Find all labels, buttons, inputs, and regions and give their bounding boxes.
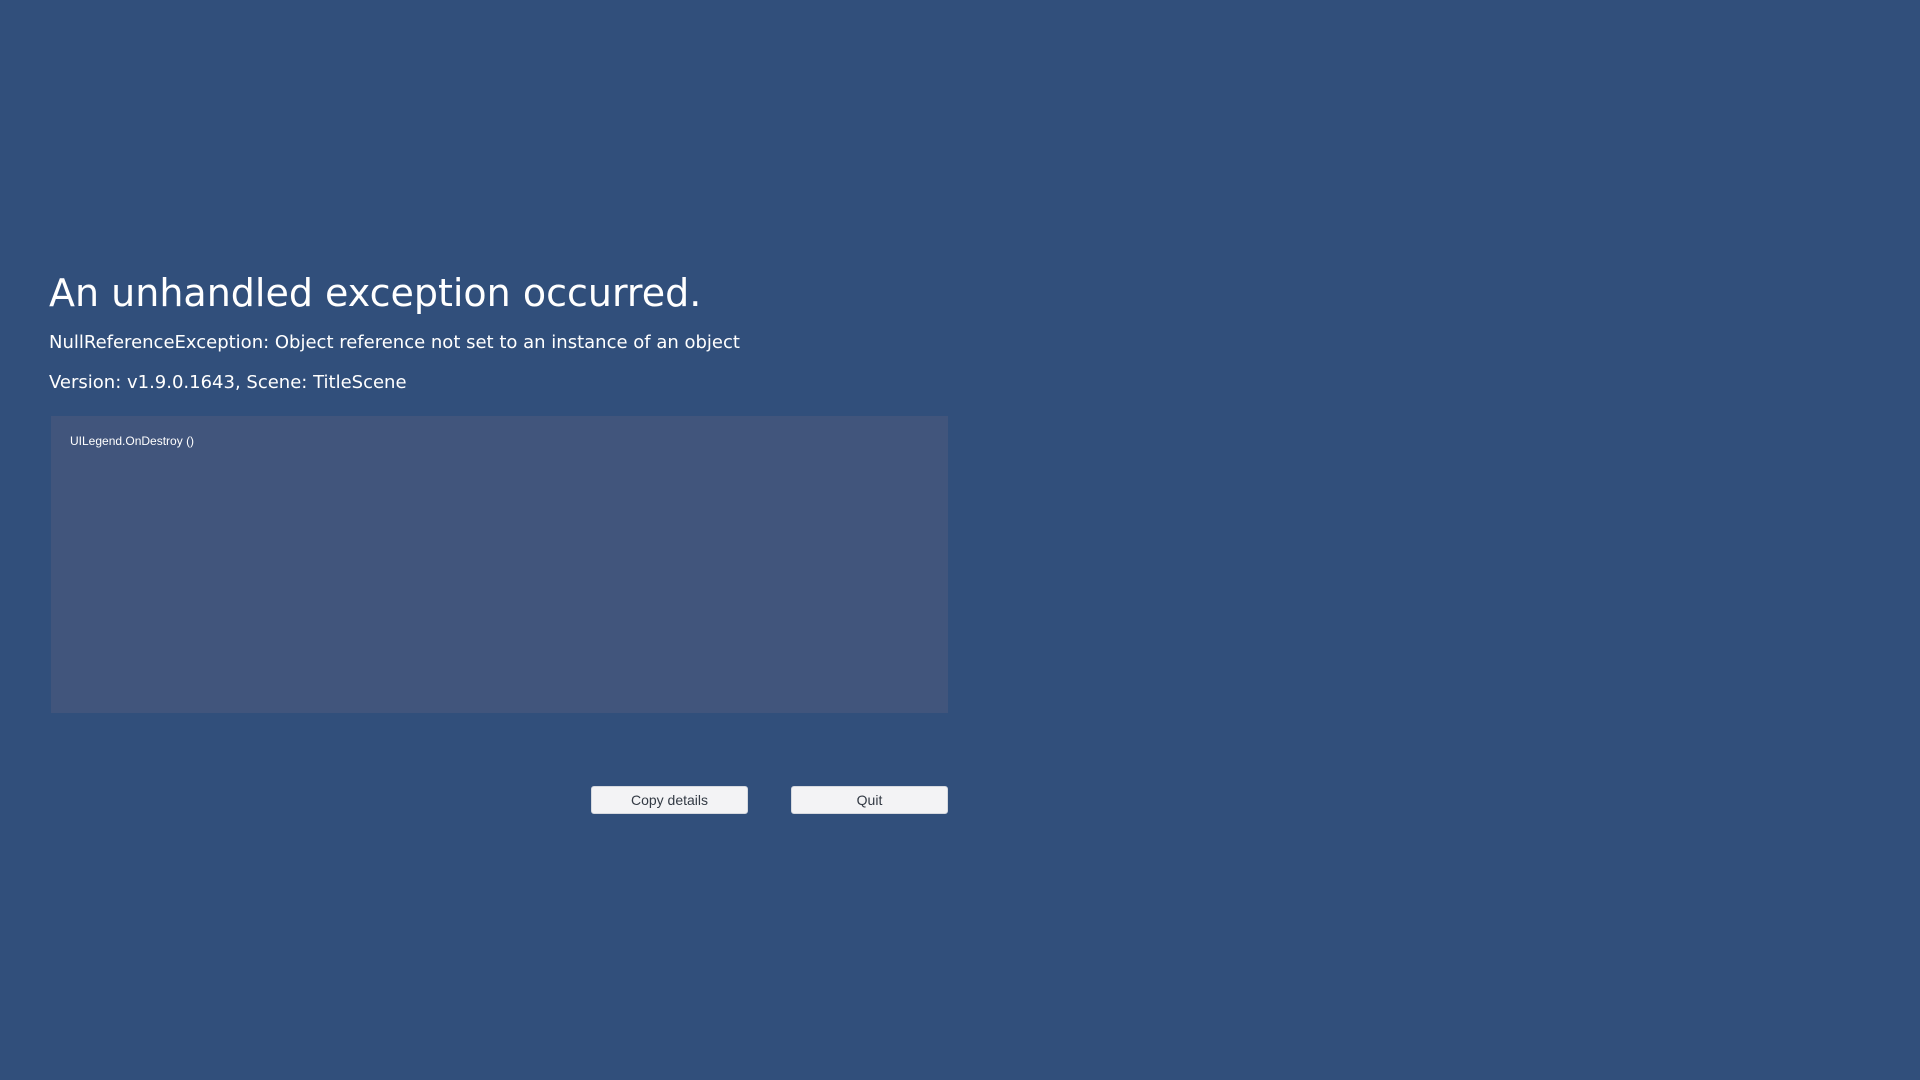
stack-trace-panel[interactable]: UILegend.OnDestroy () (51, 416, 948, 713)
error-title: An unhandled exception occurred. (49, 271, 702, 315)
exception-message: NullReferenceException: Object reference… (49, 332, 740, 353)
copy-details-button[interactable]: Copy details (591, 786, 748, 814)
quit-button[interactable]: Quit (791, 786, 948, 814)
stack-trace-text: UILegend.OnDestroy () (70, 434, 195, 448)
version-scene-info: Version: v1.9.0.1643, Scene: TitleScene (49, 372, 407, 393)
